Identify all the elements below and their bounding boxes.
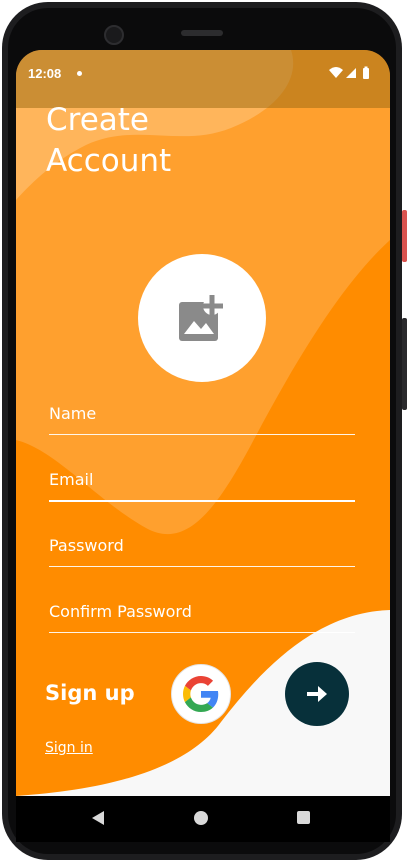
email-field[interactable]: Email [49, 466, 355, 502]
confirm-password-field-label: Confirm Password [49, 602, 192, 621]
email-field-label: Email [49, 470, 94, 489]
name-field[interactable]: Name [49, 400, 355, 435]
google-signin-button[interactable] [171, 664, 231, 724]
earpiece-speaker [181, 30, 223, 36]
signin-link[interactable]: Sign in [45, 740, 93, 756]
title-line-1: Create [46, 102, 150, 138]
arrow-right-icon [307, 686, 327, 702]
home-icon[interactable] [194, 811, 208, 825]
power-button [402, 210, 407, 262]
status-time: 12:08 [28, 66, 62, 81]
confirm-password-field[interactable]: Confirm Password [49, 598, 355, 633]
submit-next-button[interactable] [285, 662, 349, 726]
google-icon [183, 676, 219, 712]
navigation-bar [16, 796, 390, 842]
volume-button [402, 318, 407, 410]
avatar-picker-button[interactable] [138, 254, 266, 382]
password-field[interactable]: Password [49, 532, 355, 567]
signal-icon [346, 68, 356, 78]
page-title: Create Account [46, 100, 171, 182]
phone-frame: 12:08 Create Account Name Email Password… [0, 0, 407, 864]
recents-icon[interactable] [297, 811, 310, 824]
battery-icon [363, 68, 369, 79]
password-field-label: Password [49, 536, 124, 555]
back-icon[interactable] [91, 810, 105, 826]
notification-dot-icon [77, 71, 82, 76]
title-line-2: Account [46, 143, 172, 179]
wifi-icon [329, 67, 343, 78]
app-screen: 12:08 Create Account Name Email Password… [16, 50, 390, 796]
status-icons [329, 66, 369, 79]
name-field-label: Name [49, 404, 97, 423]
front-camera [104, 25, 124, 45]
add-photo-icon [179, 295, 223, 341]
signup-heading: Sign up [45, 681, 135, 705]
